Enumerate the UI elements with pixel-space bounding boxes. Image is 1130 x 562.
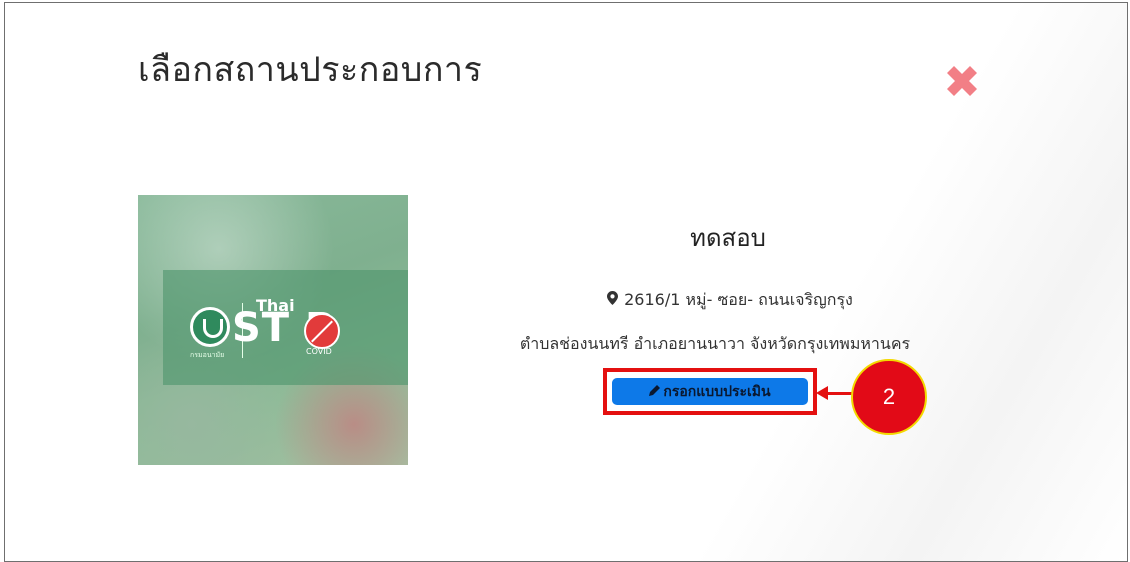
close-icon[interactable] (945, 64, 979, 98)
pencil-icon (649, 384, 661, 400)
address-line-1-text: 2616/1 หมู่- ซอย- ถนนเจริญกรุง (624, 290, 853, 309)
stop-sign-icon (304, 313, 340, 349)
address-line-1: 2616/1 หมู่- ซอย- ถนนเจริญกรุง (520, 288, 940, 313)
ministry-logo-icon (190, 307, 230, 347)
map-marker-icon (607, 291, 619, 309)
highlight-box: กรอกแบบประเมิน (603, 368, 817, 415)
logo-caption: กรมอนามัย (190, 351, 225, 359)
business-name: ทดสอบ (690, 224, 766, 252)
dialog-title: เลือกสถานประกอบการ (138, 50, 483, 90)
business-image: กรมอนามัย Thai ST P COVID (138, 195, 408, 465)
address-line-2: ตำบลช่องนนทรี อำเภอยานนาวา จังหวัดกรุงเท… (519, 334, 911, 353)
evaluate-button[interactable]: กรอกแบบประเมิน (612, 378, 808, 405)
covid-text: COVID (306, 347, 332, 356)
step-badge: 2 (851, 359, 927, 435)
evaluate-button-label: กรอกแบบประเมิน (663, 383, 771, 400)
